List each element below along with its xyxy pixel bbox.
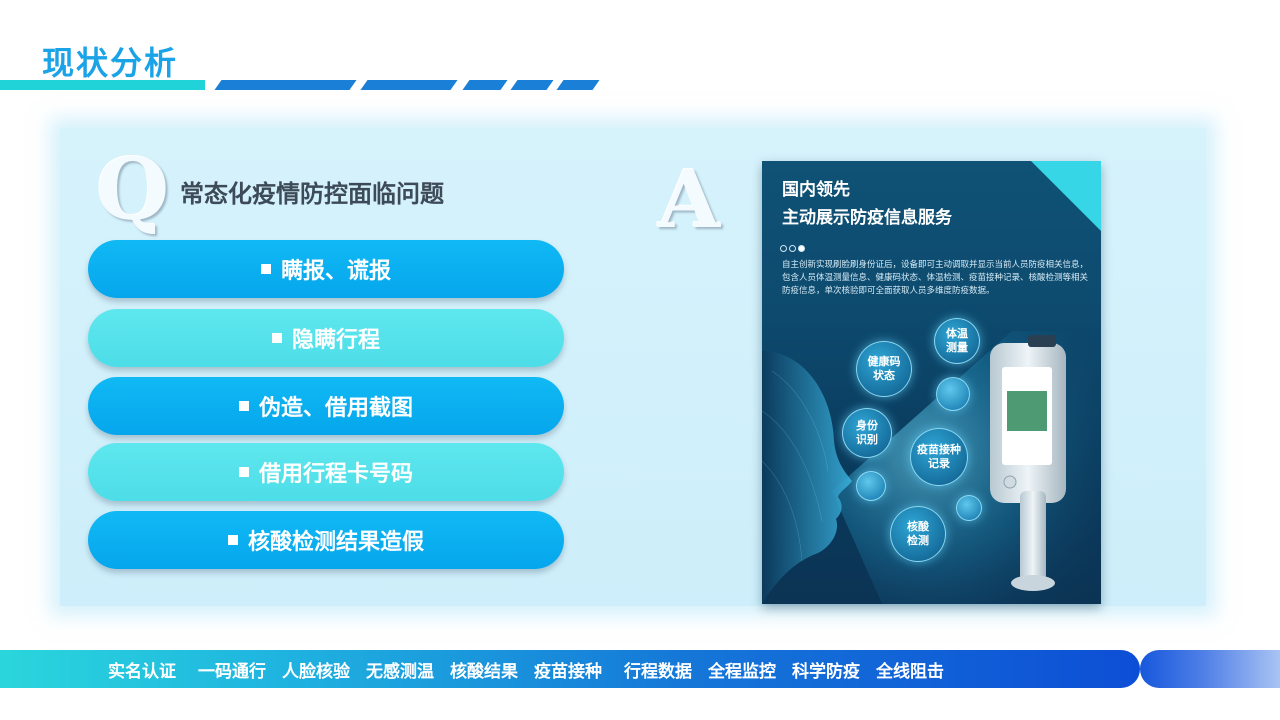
bullet-square-icon bbox=[238, 401, 249, 411]
feature-bar-cap bbox=[1140, 650, 1280, 688]
bubble-temperature: 体温 测量 bbox=[934, 318, 980, 364]
carousel-dot[interactable] bbox=[780, 245, 787, 252]
feature-item: 行程数据 bbox=[624, 661, 692, 682]
poster-subheadline: 主动展示防疫信息服务 bbox=[782, 208, 952, 228]
poster-headline: 国内领先 bbox=[782, 180, 850, 200]
problem-label: 隐瞒行程 bbox=[291, 328, 380, 353]
page-title: 现状分析 bbox=[42, 44, 179, 82]
bubble-label: 核酸 检测 bbox=[907, 520, 929, 547]
q-letter: Q bbox=[96, 140, 170, 239]
carousel-dot[interactable] bbox=[789, 245, 796, 252]
bullet-square-icon bbox=[238, 467, 249, 477]
problem-label: 伪造、借用截图 bbox=[258, 396, 413, 421]
poster-description: 自主创新实现刷脸刷身份证后，设备即可主动调取并显示当前人员防疫相关信息，包含人员… bbox=[782, 260, 1089, 296]
bubble-label: 体温 测量 bbox=[946, 327, 968, 354]
feature-item: 科学防疫 bbox=[792, 661, 860, 682]
problem-item-2[interactable]: 隐瞒行程 bbox=[88, 309, 564, 367]
question-heading: 常态化疫情防控面临问题 bbox=[180, 180, 444, 208]
poster-corner-decoration bbox=[1031, 161, 1101, 231]
carousel-dots[interactable] bbox=[780, 237, 807, 256]
bubble-decoration bbox=[956, 495, 982, 521]
bubble-vaccine: 疫苗接种 记录 bbox=[910, 428, 968, 486]
feature-item: 一码通行 bbox=[198, 661, 266, 682]
bubble-decoration bbox=[856, 471, 886, 501]
bubble-id-recognition: 身份 识别 bbox=[842, 408, 892, 458]
feature-item: 全线阻击 bbox=[876, 661, 944, 682]
bullet-square-icon bbox=[227, 535, 238, 545]
bubble-label: 疫苗接种 记录 bbox=[917, 443, 961, 470]
feature-item: 全程监控 bbox=[708, 661, 776, 682]
title-underline bbox=[0, 80, 600, 90]
feature-item: 核酸结果 bbox=[450, 661, 518, 682]
a-letter: A bbox=[658, 152, 721, 246]
product-poster: 国内领先 主动展示防疫信息服务 自主创新实现刷脸刷身份证后，设备即可主动调取并显… bbox=[762, 161, 1101, 604]
bullet-square-icon bbox=[271, 333, 282, 343]
problem-label: 核酸检测结果造假 bbox=[247, 530, 424, 555]
feature-list: 实名认证 一码通行 人脸核验 无感测温 核酸结果 疫苗接种 行程数据 全程监控 … bbox=[108, 650, 944, 688]
bubble-label: 健康码 状态 bbox=[867, 355, 901, 382]
feature-item: 无感测温 bbox=[366, 661, 434, 682]
bullet-square-icon bbox=[260, 264, 271, 274]
bubble-label: 身份 识别 bbox=[856, 419, 878, 446]
bubble-health-code: 健康码 状态 bbox=[856, 341, 912, 397]
problem-label: 瞒报、谎报 bbox=[280, 259, 391, 284]
problem-item-5[interactable]: 核酸检测结果造假 bbox=[88, 511, 564, 569]
problem-label: 借用行程卡号码 bbox=[258, 462, 413, 487]
feature-item: 疫苗接种 bbox=[534, 661, 602, 682]
feature-item: 人脸核验 bbox=[282, 661, 350, 682]
bubble-decoration bbox=[936, 377, 970, 411]
problem-item-1[interactable]: 瞒报、谎报 bbox=[88, 240, 564, 298]
problem-item-4[interactable]: 借用行程卡号码 bbox=[88, 443, 564, 501]
bubble-nucleic-test: 核酸 检测 bbox=[890, 506, 946, 562]
problem-item-3[interactable]: 伪造、借用截图 bbox=[88, 377, 564, 435]
carousel-dot-active[interactable] bbox=[798, 245, 805, 252]
feature-item: 实名认证 bbox=[108, 661, 176, 682]
